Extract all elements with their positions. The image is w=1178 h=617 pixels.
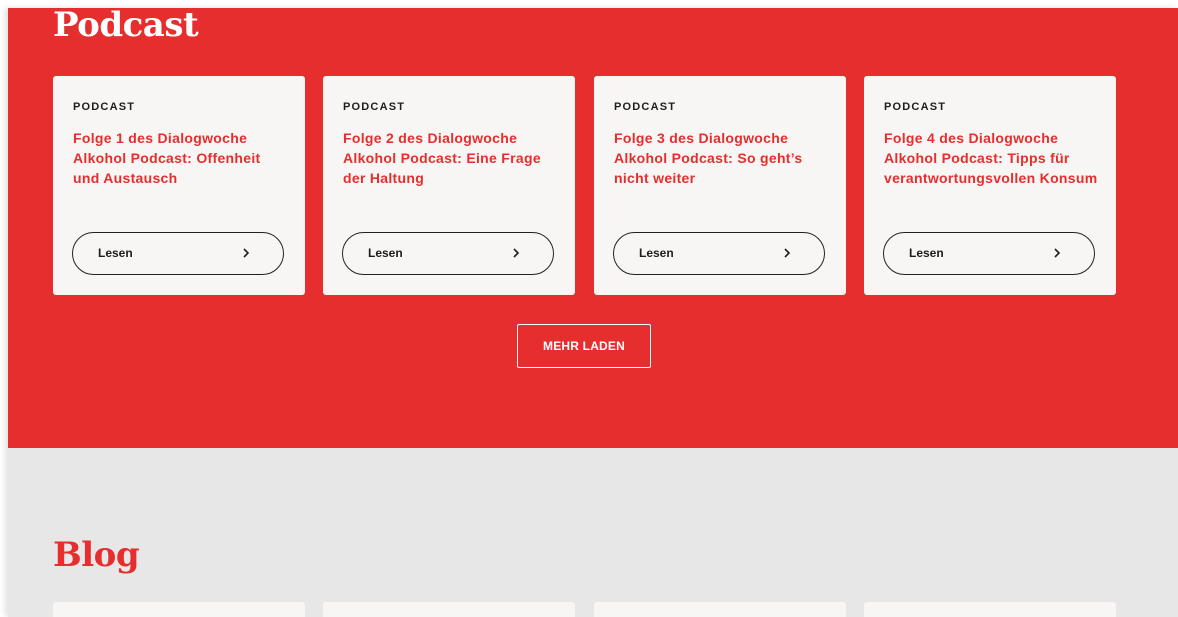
card-title-link[interactable]: Folge 1 des Dialogwoche Alkohol Podcast:… [73,128,291,188]
blog-section-title: Blog [53,535,140,575]
card-title-link[interactable]: Folge 4 des Dialogwoche Alkohol Podcast:… [884,128,1102,188]
podcast-card-3: PODCAST Folge 3 des Dialogwoche Alkohol … [594,76,846,295]
load-more-button[interactable]: MEHR LADEN [517,324,651,368]
card-category-label: PODCAST [343,101,406,113]
podcast-card-4: PODCAST Folge 4 des Dialogwoche Alkohol … [864,76,1116,295]
read-button-label: Lesen [368,246,403,260]
chevron-right-icon [784,248,791,258]
read-button[interactable]: Lesen [342,232,554,275]
podcast-card-2: PODCAST Folge 2 des Dialogwoche Alkohol … [323,76,575,295]
blog-card-1[interactable] [53,602,305,617]
chevron-right-icon [1054,248,1061,258]
blog-card-3[interactable] [594,602,846,617]
read-button-label: Lesen [639,246,674,260]
card-category-label: PODCAST [884,101,947,113]
podcast-section: Podcast PODCAST Folge 1 des Dialogwoche … [8,8,1178,448]
read-button[interactable]: Lesen [883,232,1095,275]
page: Podcast PODCAST Folge 1 des Dialogwoche … [8,8,1178,617]
podcast-section-title: Podcast [53,8,199,45]
card-category-label: PODCAST [614,101,677,113]
read-button[interactable]: Lesen [72,232,284,275]
podcast-card-1: PODCAST Folge 1 des Dialogwoche Alkohol … [53,76,305,295]
chevron-right-icon [513,248,520,258]
blog-card-2[interactable] [323,602,575,617]
card-title-link[interactable]: Folge 2 des Dialogwoche Alkohol Podcast:… [343,128,561,188]
card-title-link[interactable]: Folge 3 des Dialogwoche Alkohol Podcast:… [614,128,832,188]
read-button[interactable]: Lesen [613,232,825,275]
blog-section [8,448,1178,617]
card-category-label: PODCAST [73,101,136,113]
blog-card-4[interactable] [864,602,1116,617]
chevron-right-icon [243,248,250,258]
read-button-label: Lesen [909,246,944,260]
read-button-label: Lesen [98,246,133,260]
